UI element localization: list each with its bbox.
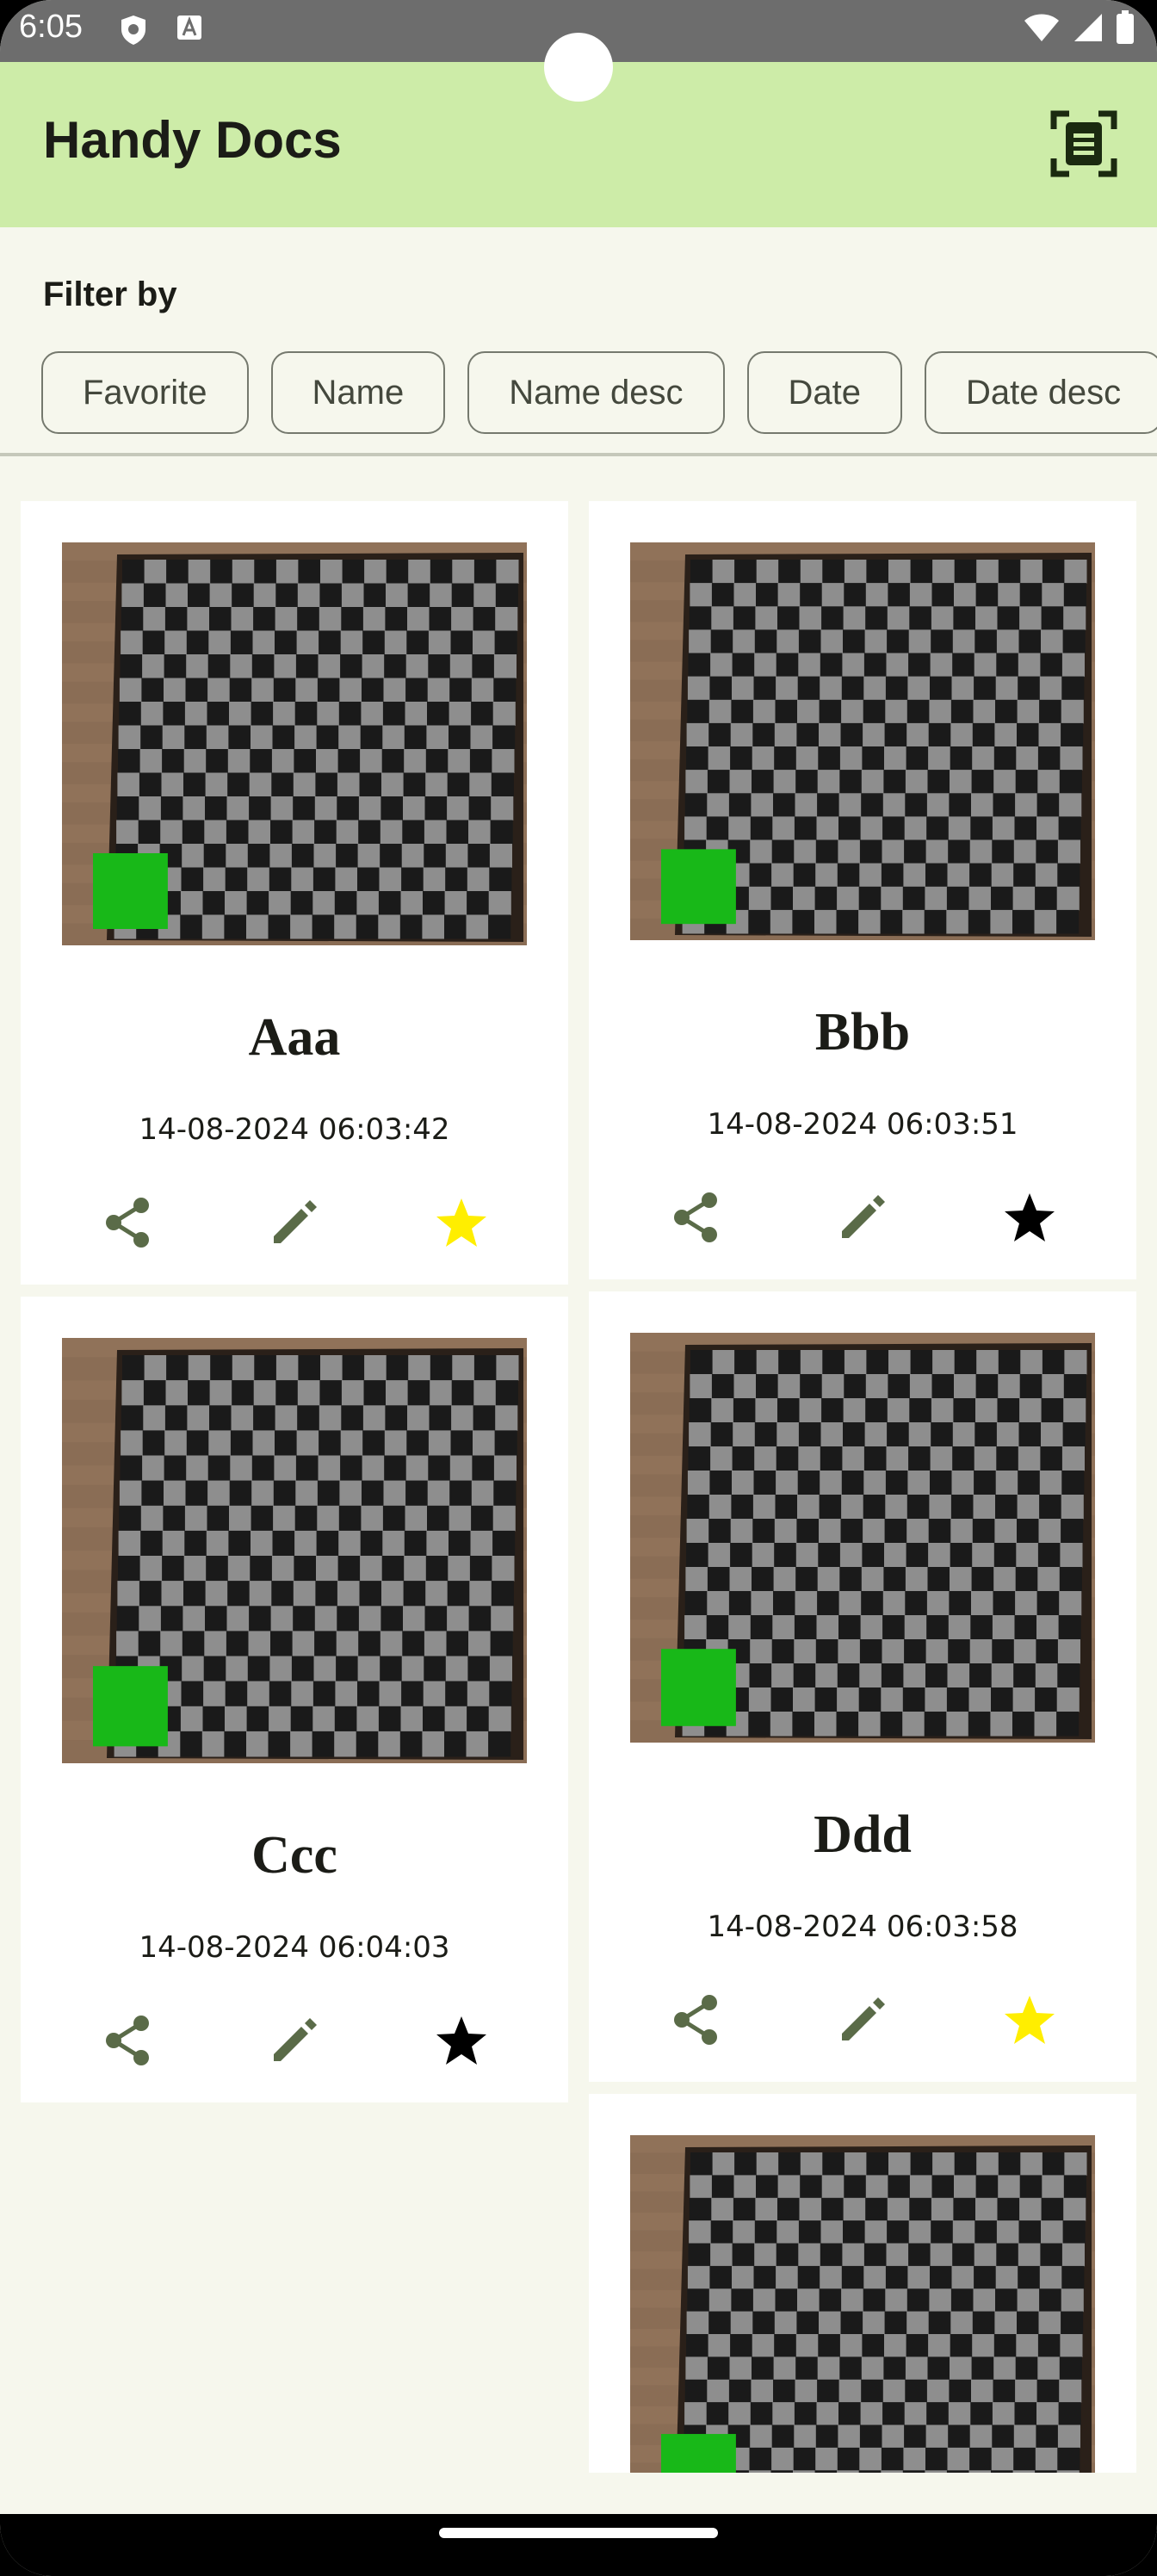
divider: [0, 453, 1157, 456]
document-date: 14-08-2024 06:03:58: [707, 1910, 1018, 1944]
document-date: 14-08-2024 06:04:03: [139, 1930, 450, 1965]
chip-date[interactable]: Date: [746, 351, 903, 434]
star-icon: [435, 2015, 488, 2070]
document-title: Aaa: [248, 1008, 341, 1067]
favorite-button[interactable]: [427, 1190, 496, 1259]
shield-icon: [121, 15, 145, 45]
edit-button[interactable]: [828, 1987, 897, 2056]
document-card[interactable]: [589, 2094, 1136, 2473]
edit-button[interactable]: [260, 1190, 329, 1259]
document-card[interactable]: Ddd 14-08-2024 06:03:58: [589, 1291, 1136, 2082]
chip-name-desc[interactable]: Name desc: [467, 351, 725, 434]
edit-button[interactable]: [260, 2008, 329, 2077]
app-title: Handy Docs: [43, 111, 342, 169]
card-actions: [589, 1185, 1136, 1254]
star-icon: [435, 1197, 488, 1252]
chip-name[interactable]: Name: [270, 351, 446, 434]
chip-date-desc[interactable]: Date desc: [925, 351, 1157, 434]
favorite-button[interactable]: [427, 2008, 496, 2077]
pencil-icon: [837, 1192, 888, 1247]
favorite-button[interactable]: [995, 1987, 1064, 2056]
status-time: 6:05: [19, 9, 83, 45]
document-thumbnail[interactable]: [630, 1333, 1095, 1743]
app-screen: 6:05 Handy Docs Filter by Favorite Name …: [0, 0, 1157, 2576]
wifi-icon: [1024, 14, 1059, 41]
home-gesture-handle[interactable]: [439, 2528, 718, 2538]
filter-chips: Favorite Name Name desc Date Date desc: [41, 351, 1157, 434]
document-card[interactable]: Ccc 14-08-2024 06:04:03: [21, 1297, 568, 2102]
document-thumbnail[interactable]: [630, 542, 1095, 940]
favorite-button[interactable]: [995, 1185, 1064, 1254]
document-thumbnail[interactable]: [630, 2135, 1095, 2473]
status-icons: [1023, 10, 1135, 45]
share-button[interactable]: [93, 2008, 162, 2077]
document-card[interactable]: Aaa 14-08-2024 06:03:42: [21, 501, 568, 1285]
document-date: 14-08-2024 06:03:51: [707, 1107, 1018, 1142]
document-title: Ccc: [251, 1826, 337, 1885]
camera-cutout: [544, 33, 613, 102]
document-date: 14-08-2024 06:03:42: [139, 1112, 450, 1147]
card-actions: [21, 1190, 568, 1259]
share-icon: [102, 2013, 153, 2071]
navigation-bar: [0, 2514, 1157, 2576]
pencil-icon: [269, 1197, 320, 1252]
document-title: Ddd: [814, 1805, 912, 1864]
share-button[interactable]: [661, 1987, 730, 2056]
star-icon: [1003, 1994, 1056, 2049]
document-scanner-button[interactable]: [1050, 110, 1117, 177]
pencil-icon: [837, 1994, 888, 2049]
document-title: Bbb: [814, 1003, 911, 1062]
signal-icon: [1074, 14, 1102, 41]
share-icon: [670, 1190, 721, 1248]
battery-icon: [1117, 10, 1134, 44]
document-card[interactable]: Bbb 14-08-2024 06:03:51: [589, 501, 1136, 1279]
filter-label: Filter by: [43, 276, 177, 313]
card-actions: [21, 2008, 568, 2077]
font-icon: [177, 15, 201, 40]
document-thumbnail[interactable]: [62, 1338, 527, 1763]
share-icon: [670, 1992, 721, 2051]
card-actions: [589, 1987, 1136, 2056]
document-scanner-icon: [1050, 110, 1117, 177]
share-button[interactable]: [93, 1190, 162, 1259]
document-thumbnail[interactable]: [62, 542, 527, 945]
edit-button[interactable]: [828, 1185, 897, 1254]
star-icon: [1003, 1192, 1056, 1247]
chip-favorite[interactable]: Favorite: [41, 351, 249, 434]
pencil-icon: [269, 2015, 320, 2070]
share-icon: [102, 1195, 153, 1254]
share-button[interactable]: [661, 1185, 730, 1254]
